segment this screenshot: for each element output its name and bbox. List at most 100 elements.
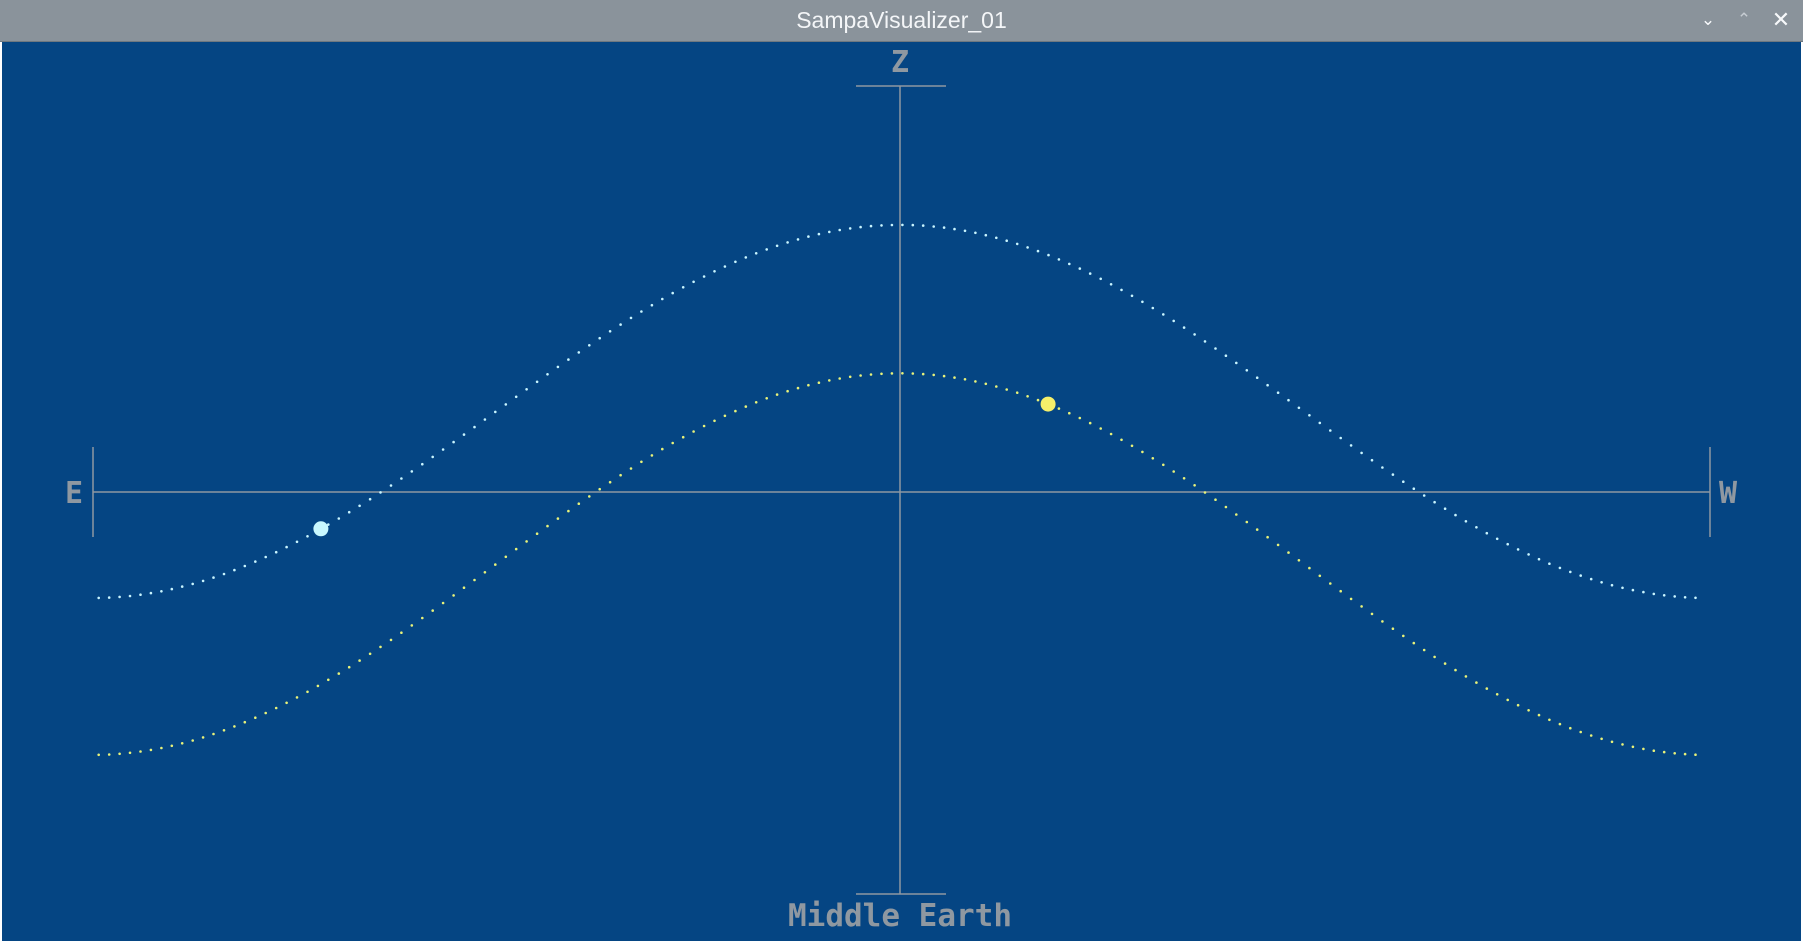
path-dot xyxy=(723,414,727,418)
path-dot xyxy=(295,696,299,699)
path-dot xyxy=(1381,466,1384,469)
path-dot xyxy=(462,433,466,436)
path-dot xyxy=(243,564,247,568)
path-dot xyxy=(1172,470,1175,473)
path-dot xyxy=(859,374,862,377)
path-dot xyxy=(1454,513,1457,517)
path-dot xyxy=(1349,597,1353,601)
path-dot xyxy=(890,372,894,375)
path-dot xyxy=(1308,414,1311,417)
path-dot xyxy=(149,591,153,595)
path-dot xyxy=(1360,605,1363,608)
path-dot xyxy=(191,582,194,586)
path-dot xyxy=(1683,596,1687,599)
path-dot xyxy=(911,223,915,227)
path-dot xyxy=(149,748,153,752)
path-dot xyxy=(1569,570,1572,574)
path-dot xyxy=(744,256,748,259)
path-dot xyxy=(932,373,935,377)
path-dot xyxy=(1683,752,1687,756)
path-dot xyxy=(410,470,414,473)
path-dot xyxy=(1516,703,1520,707)
upper-path xyxy=(97,223,1697,600)
path-dot xyxy=(1610,740,1614,744)
path-dot xyxy=(1621,743,1624,746)
path-dot xyxy=(1569,726,1572,730)
path-dot xyxy=(619,473,622,477)
path-dot xyxy=(734,409,737,413)
footer-label: Middle Earth xyxy=(788,898,1012,934)
path-dot xyxy=(807,235,810,238)
path-dot xyxy=(107,596,111,599)
path-dot xyxy=(160,746,163,750)
path-dot xyxy=(170,587,174,591)
path-dot xyxy=(254,560,257,563)
path-dot xyxy=(274,550,278,554)
path-dot xyxy=(619,323,622,326)
path-dot xyxy=(264,711,268,715)
path-dot xyxy=(1621,586,1624,590)
path-dot xyxy=(765,248,768,251)
path-dot xyxy=(1558,566,1562,570)
path-dot xyxy=(807,383,810,387)
zenith-label: Z xyxy=(891,45,909,80)
path-dot xyxy=(358,504,361,508)
path-dot xyxy=(1485,687,1489,690)
path-dot xyxy=(828,230,831,234)
path-dot xyxy=(921,372,925,376)
east-label: E xyxy=(65,476,83,511)
path-dot xyxy=(1297,406,1301,410)
path-dot xyxy=(1433,655,1436,659)
close-button[interactable]: ✕ xyxy=(1767,6,1795,34)
path-dot xyxy=(222,729,226,732)
path-dot xyxy=(598,487,601,491)
minimize-button[interactable]: ⌄ xyxy=(1694,6,1722,34)
path-dot xyxy=(901,372,904,375)
path-dot xyxy=(953,227,956,231)
path-dot xyxy=(452,594,455,597)
path-dot xyxy=(1381,620,1384,623)
path-dot xyxy=(379,645,382,649)
path-dot xyxy=(796,386,800,390)
path-dot xyxy=(817,381,821,385)
path-dot xyxy=(1276,543,1280,547)
title-bar[interactable]: SampaVisualizer_01 ⌄ ⌃ ✕ xyxy=(0,0,1803,42)
path-dot xyxy=(1694,753,1697,756)
path-dot xyxy=(264,555,268,559)
path-dot xyxy=(139,593,142,596)
path-dot xyxy=(1068,411,1071,415)
path-dot xyxy=(222,572,226,576)
path-dot xyxy=(744,405,748,408)
path-dot xyxy=(316,684,320,688)
path-dot xyxy=(504,403,508,406)
path-dot xyxy=(681,435,685,439)
path-dot xyxy=(995,385,998,388)
chevron-down-icon: ⌄ xyxy=(1700,10,1716,30)
path-dot xyxy=(1391,627,1395,630)
maximize-button[interactable]: ⌃ xyxy=(1730,6,1758,34)
path-dot xyxy=(629,316,633,320)
path-dot xyxy=(191,739,194,742)
path-dot xyxy=(1120,438,1123,442)
path-dot xyxy=(1475,526,1478,529)
path-dot xyxy=(1412,641,1416,645)
path-dot xyxy=(921,224,925,227)
path-dot xyxy=(608,330,612,333)
path-dot xyxy=(535,380,539,384)
path-dot xyxy=(546,524,549,528)
path-dot xyxy=(243,720,247,724)
path-dot xyxy=(306,535,309,538)
path-dot xyxy=(1057,407,1061,410)
path-dot xyxy=(880,372,883,376)
path-dot xyxy=(128,751,132,755)
path-dot xyxy=(431,609,435,612)
path-dot xyxy=(1349,444,1353,447)
path-dot xyxy=(107,753,111,756)
path-dot xyxy=(389,638,393,642)
path-dot xyxy=(995,236,998,240)
path-dot xyxy=(201,579,205,583)
path-dot xyxy=(754,401,758,404)
path-dot xyxy=(306,690,309,694)
path-dot xyxy=(671,441,674,445)
path-dot xyxy=(1662,750,1666,754)
